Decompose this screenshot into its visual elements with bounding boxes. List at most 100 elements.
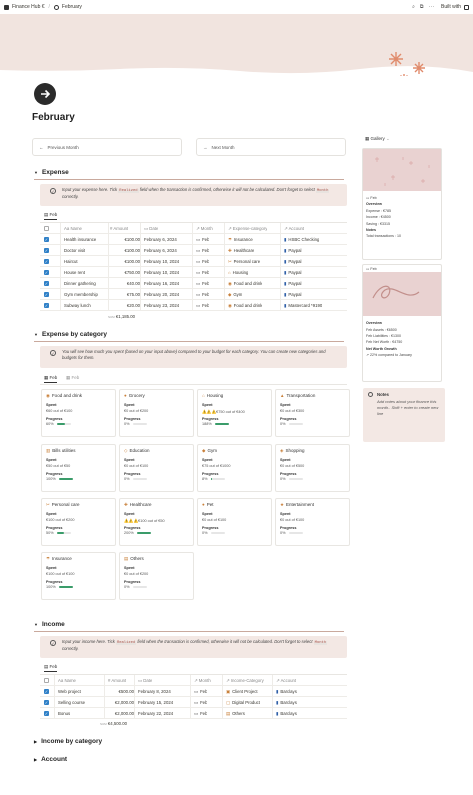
table-row[interactable]: Health insurance €100.00 February 6, 2024 ▭… bbox=[40, 234, 347, 245]
table-row[interactable]: Web project €500.00 February 8, 2024 ▭Feb ▣C… bbox=[40, 686, 347, 697]
cell-month[interactable]: ▭ Feb bbox=[194, 686, 207, 697]
realized-checkbox[interactable] bbox=[44, 689, 49, 694]
cell-amount[interactable]: €75.00 bbox=[112, 289, 140, 300]
cell-name[interactable]: Dinner gathering bbox=[64, 278, 96, 289]
cell-name[interactable]: Selling course bbox=[58, 697, 85, 708]
notes-text[interactable]: Add notes about your finance this month.… bbox=[377, 399, 441, 416]
cell-account[interactable]: ▮ Paypal bbox=[284, 289, 302, 300]
cell-category[interactable]: ◉ Food and drink bbox=[228, 300, 262, 311]
cell-category[interactable]: ▤ Others bbox=[226, 708, 245, 719]
cell-category[interactable]: ☂ Insurance bbox=[228, 234, 253, 245]
built-with-link[interactable]: Built with bbox=[441, 4, 461, 10]
next-month-link[interactable]: → Next Month bbox=[196, 138, 346, 156]
cell-name[interactable]: Haircut bbox=[64, 256, 78, 267]
cell-account[interactable]: ▮ HSBC Checking bbox=[284, 234, 319, 245]
tab-feb[interactable]: ▤ Feb bbox=[44, 664, 58, 672]
cell-category[interactable]: ▢ Digital Product bbox=[226, 697, 260, 708]
column-header[interactable]: ↗ Account bbox=[276, 675, 296, 686]
realized-checkbox[interactable] bbox=[44, 281, 49, 286]
cell-month[interactable]: ▭ Feb bbox=[196, 289, 209, 300]
category-card[interactable]: ▥ Bills utilities Spent €50 out of €50 Progr… bbox=[41, 444, 116, 492]
previous-month-link[interactable]: ← Previous Month bbox=[32, 138, 182, 156]
expense-by-category-heading[interactable]: ▼ Expense by category bbox=[34, 331, 107, 338]
column-header[interactable]: ▭ Date bbox=[144, 223, 158, 234]
cell-date[interactable]: February 6, 2024 bbox=[144, 245, 177, 256]
search-icon[interactable]: ⌕ bbox=[412, 4, 415, 10]
column-header[interactable]: ↗ Month bbox=[194, 675, 211, 686]
cell-account[interactable]: ▮ Paypal bbox=[284, 256, 302, 267]
cell-account[interactable]: ▮ Barclays bbox=[276, 697, 297, 708]
more-icon[interactable]: ··· bbox=[428, 4, 435, 10]
table-row[interactable]: Subway lunch €20.00 February 23, 2024 ▭Feb ◉… bbox=[40, 300, 347, 311]
category-card[interactable]: ◉ Food and drink Spent €60 out of €100 Progr… bbox=[41, 389, 116, 437]
column-header[interactable]: ↗ Income-Category bbox=[226, 675, 264, 686]
income-by-category-heading[interactable]: ▶ Income by category bbox=[34, 738, 102, 745]
account-heading[interactable]: ▶ Account bbox=[34, 756, 67, 763]
cell-month[interactable]: ▭ Feb bbox=[196, 234, 209, 245]
cell-date[interactable]: February 15, 2024 bbox=[138, 697, 173, 708]
column-header[interactable]: ↗ Month bbox=[196, 223, 213, 234]
category-card[interactable]: ✚ Healthcare Spent ⚠️⚠️⚠️€100 out of €50 Pro… bbox=[119, 498, 194, 546]
cell-account[interactable]: ▮ Mastercard *9190 bbox=[284, 300, 322, 311]
realized-checkbox[interactable] bbox=[44, 248, 49, 253]
income-heading[interactable]: ▼ Income bbox=[34, 621, 65, 628]
cell-account[interactable]: ▮ Paypal bbox=[284, 267, 302, 278]
gallery-card-networth[interactable]: ▭ Feb Overview Feb Assets : €6500 Feb Li… bbox=[362, 264, 442, 382]
column-header[interactable]: Aa Name bbox=[64, 223, 82, 234]
cell-date[interactable]: February 20, 2024 bbox=[144, 289, 179, 300]
cell-month[interactable]: ▭ Feb bbox=[196, 256, 209, 267]
cell-amount[interactable]: €40.00 bbox=[112, 278, 140, 289]
cell-month[interactable]: ▭ Feb bbox=[194, 697, 207, 708]
cell-month[interactable]: ▭ Feb bbox=[196, 267, 209, 278]
realized-checkbox[interactable] bbox=[44, 292, 49, 297]
realized-checkbox[interactable] bbox=[44, 270, 49, 275]
cell-category[interactable]: ✂ Personal care bbox=[228, 256, 260, 267]
category-card[interactable]: ✂ Personal care Spent €100 out of €200 Progr… bbox=[41, 498, 116, 546]
table-row[interactable]: Selling course €2,000.00 February 15, 2024… bbox=[40, 697, 347, 708]
column-header[interactable]: ↗ Expense-category bbox=[228, 223, 267, 234]
realized-checkbox[interactable] bbox=[44, 700, 49, 705]
category-card[interactable]: ◈ Shopping Spent €0 out of €500 Progress 0% bbox=[275, 444, 350, 492]
cell-date[interactable]: February 23, 2024 bbox=[144, 300, 179, 311]
column-header[interactable]: # Amount bbox=[110, 223, 128, 234]
realized-checkbox[interactable] bbox=[44, 303, 49, 308]
table-row[interactable]: Bonus €2,000.00 February 22, 2024 ▭Feb ▤Othe… bbox=[40, 708, 347, 719]
tab-feb-board[interactable]: ▦ Feb bbox=[44, 375, 58, 383]
cell-name[interactable]: Subway lunch bbox=[64, 300, 91, 311]
cell-month[interactable]: ▭ Feb bbox=[196, 300, 209, 311]
duplicate-icon[interactable]: ⧉ bbox=[420, 4, 424, 10]
category-card[interactable]: ◆ Gym Spent €75 out of €1000 Progress 8% bbox=[197, 444, 272, 492]
cell-date[interactable]: February 6, 2024 bbox=[144, 234, 177, 245]
cell-date[interactable]: February 8, 2024 bbox=[138, 686, 171, 697]
category-card[interactable]: ● Grocery Spent €0 out of €200 Progress 0% bbox=[119, 389, 194, 437]
table-row[interactable]: Haircut €100.00 February 10, 2024 ▭Feb ✂Pers… bbox=[40, 256, 347, 267]
column-header[interactable]: ↗ Account bbox=[284, 223, 304, 234]
realized-checkbox[interactable] bbox=[44, 259, 49, 264]
column-header[interactable]: # Amount bbox=[108, 675, 126, 686]
cell-category[interactable]: ◆ Gym bbox=[228, 289, 242, 300]
cell-category[interactable]: ▣ Client Project bbox=[226, 686, 258, 697]
cell-amount[interactable]: €100.00 bbox=[112, 245, 140, 256]
realized-checkbox[interactable] bbox=[44, 711, 49, 716]
category-card[interactable]: ⌂ Housing Spent ⚠️⚠️⚠️€750 out of €400 Progr… bbox=[197, 389, 272, 437]
category-card[interactable]: ★ Entertainment Spent €0 out of €100 Progres… bbox=[275, 498, 350, 546]
cell-category[interactable]: ◉ Food and drink bbox=[228, 278, 262, 289]
table-row[interactable]: House rent €750.00 February 10, 2024 ▭Feb ⌂H… bbox=[40, 267, 347, 278]
cell-date[interactable]: February 22, 2024 bbox=[138, 708, 173, 719]
cell-amount[interactable]: €2,000.00 bbox=[106, 697, 134, 708]
category-card[interactable]: ◇ Education Spent €0 out of €100 Progress 0% bbox=[119, 444, 194, 492]
cell-name[interactable]: Doctor visit bbox=[64, 245, 85, 256]
cell-month[interactable]: ▭ Feb bbox=[194, 708, 207, 719]
cell-account[interactable]: ▮ Barclays bbox=[276, 686, 297, 697]
gallery-view-label[interactable]: ▦ Gallery ⌄ bbox=[365, 136, 390, 142]
cell-category[interactable]: ✚ Healthcare bbox=[228, 245, 254, 256]
cell-account[interactable]: ▮ Paypal bbox=[284, 278, 302, 289]
expense-heading[interactable]: ▼ Expense bbox=[34, 169, 69, 176]
table-row[interactable]: Doctor visit €100.00 February 6, 2024 ▭Feb ✚… bbox=[40, 245, 347, 256]
cell-amount[interactable]: €100.00 bbox=[112, 256, 140, 267]
breadcrumb-page[interactable]: February bbox=[62, 4, 82, 10]
gallery-card-overview[interactable]: ▭ Feb Overview Expense : €785 Income : €… bbox=[362, 148, 442, 260]
cell-date[interactable]: February 16, 2024 bbox=[144, 278, 179, 289]
cell-name[interactable]: House rent bbox=[64, 267, 85, 278]
category-card[interactable]: ▤ Others Spent €0 out of €200 Progress 0% bbox=[119, 552, 194, 600]
